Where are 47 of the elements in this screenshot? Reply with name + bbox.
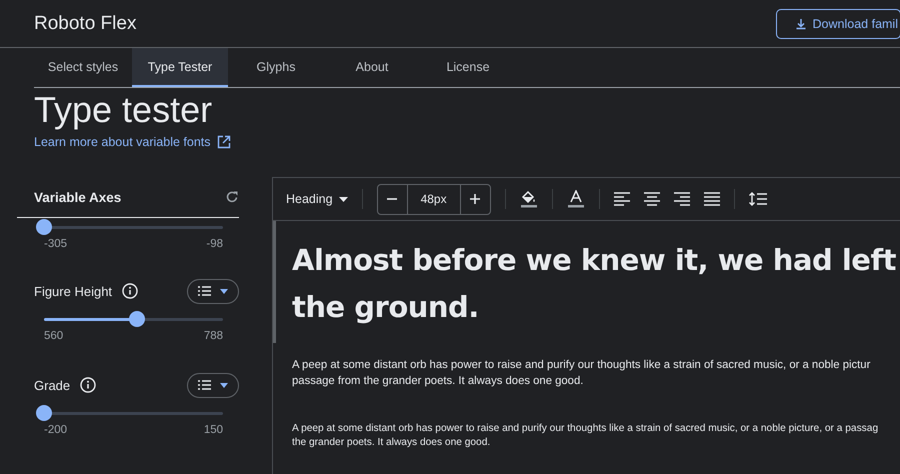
reset-icon[interactable] — [225, 190, 239, 204]
align-center-icon[interactable] — [644, 192, 660, 206]
axis-max-value: 788 — [204, 330, 223, 342]
external-link-icon — [216, 135, 230, 149]
info-icon[interactable] — [122, 283, 138, 299]
info-icon[interactable] — [80, 377, 96, 393]
axis-min-value: 560 — [44, 330, 64, 342]
scrollbar[interactable] — [273, 221, 276, 343]
axis-menu-button[interactable] — [187, 372, 239, 398]
axis-label: Grade — [34, 378, 70, 392]
list-icon — [198, 380, 212, 390]
text-color-icon[interactable] — [566, 190, 585, 208]
align-right-icon[interactable] — [674, 192, 690, 206]
heading-sample[interactable]: Almost before we knew it, we had left the ground. — [292, 237, 900, 331]
download-icon — [794, 18, 807, 30]
learn-more-link[interactable]: Learn more about variable fonts — [34, 135, 900, 149]
axis-label: Figure Height — [34, 284, 112, 298]
style-dropdown[interactable]: Heading — [286, 192, 348, 206]
tab[interactable]: License — [420, 48, 516, 87]
align-justify-icon[interactable] — [704, 192, 720, 206]
slider-thumb[interactable] — [36, 405, 52, 421]
tab[interactable]: Glyphs — [228, 48, 324, 87]
caret-icon — [220, 382, 228, 388]
tab[interactable]: Select styles — [34, 48, 132, 87]
align-left-icon[interactable] — [614, 192, 630, 206]
caret-icon — [338, 196, 348, 202]
axis-min-value: -200 — [44, 424, 68, 436]
axis-menu-button[interactable] — [187, 278, 239, 304]
axis-max-value: 150 — [204, 424, 223, 436]
axis-max-value: -98 — [206, 238, 223, 250]
slider-thumb[interactable] — [129, 311, 146, 327]
page-title: Type tester — [34, 88, 214, 132]
paint-bucket-icon[interactable] — [520, 190, 538, 208]
caret-icon — [220, 288, 228, 294]
plus-icon — [470, 194, 480, 204]
download-button[interactable]: Download famil — [776, 8, 900, 38]
panel-title: Variable Axes — [34, 190, 122, 204]
line-height-icon[interactable] — [748, 192, 767, 206]
font-family-title: Roboto Flex — [34, 12, 136, 34]
tab[interactable]: Type Tester — [132, 48, 228, 87]
tab[interactable]: About — [324, 48, 420, 87]
axis-min-value: -305 — [44, 238, 68, 250]
minus-icon — [387, 198, 398, 200]
slider-thumb[interactable] — [36, 219, 52, 235]
paragraph-sample[interactable]: A peep at some distant orb has power to raise and purify our thoughts like a strain of sacred music, or a noble pictur passage from the grander poets. It always does one good. — [292, 357, 900, 389]
paragraph-sample[interactable]: A peep at some distant orb has power to raise and purify our thoughts like a strain of sacred music, or a noble picture, or a passag the grander poets. It always does one good. — [292, 422, 900, 450]
list-icon — [198, 286, 212, 296]
